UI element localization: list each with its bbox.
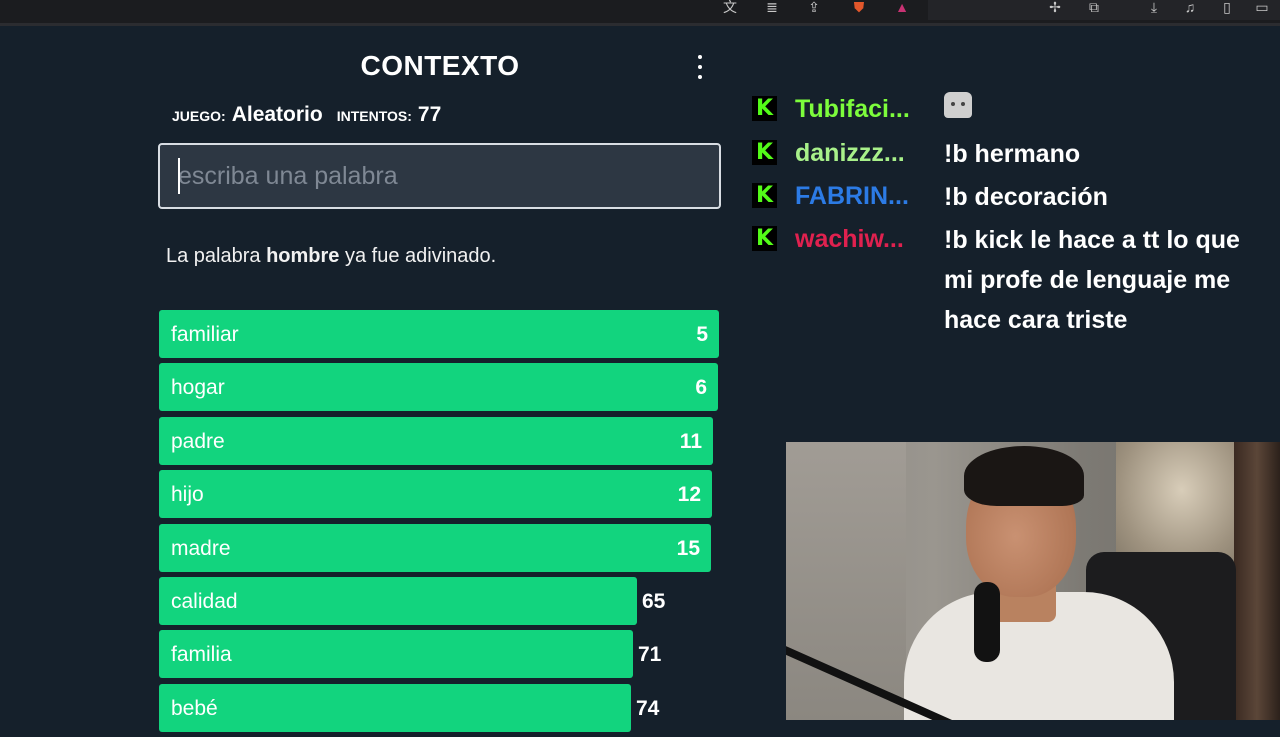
chat-text: !b hermano: [944, 140, 1081, 168]
brave-shield-icon[interactable]: ⛊: [850, 0, 868, 14]
guess-row: bebé 74: [159, 683, 719, 732]
text-caret: [178, 158, 180, 194]
sidebar-icon[interactable]: ▯: [1218, 0, 1236, 14]
kick-badge-icon: K: [752, 183, 777, 208]
guess-bar: [159, 363, 718, 412]
attempts-label: INTENTOS:: [336, 108, 412, 124]
media-icon[interactable]: ♫: [1181, 0, 1199, 14]
chat-username: wachiw...: [795, 225, 904, 253]
guess-row: calidad 65: [159, 576, 719, 625]
guess-row: hijo 12: [159, 470, 719, 519]
guess-word: madre: [171, 536, 231, 560]
chat-text: !b kick le hace a tt lo que mi profe de …: [944, 226, 1240, 334]
kick-badge-icon: K: [752, 226, 777, 251]
guess-word: familiar: [171, 323, 239, 346]
cat-emote-icon: [944, 92, 972, 118]
reader-icon[interactable]: ≣: [763, 0, 781, 14]
guess-rank: 71: [638, 643, 662, 667]
screenshot-icon[interactable]: ⧉: [1085, 0, 1103, 14]
rewards-icon[interactable]: ▲: [893, 0, 911, 14]
guess-rank: 15: [676, 536, 700, 560]
share-icon[interactable]: ⇪: [805, 0, 823, 14]
guess-row: padre 11: [159, 416, 719, 465]
guess-row: hogar 6: [159, 363, 719, 412]
guess-word: familia: [171, 643, 232, 667]
translate-icon[interactable]: 文: [721, 0, 739, 14]
guess-rank: 65: [642, 589, 666, 613]
guess-bar: [159, 416, 713, 465]
guess-rank: 74: [636, 696, 660, 720]
guess-row: madre 15: [159, 523, 719, 572]
word-input[interactable]: [158, 143, 721, 209]
guess-row: familiar 5: [159, 310, 719, 358]
kick-badge-icon: K: [752, 140, 777, 165]
guess-bar: [159, 683, 631, 732]
guess-rank: 11: [679, 429, 702, 453]
guess-bar: [159, 523, 711, 572]
guess-rank: 6: [695, 376, 707, 400]
message-word: hombre: [266, 245, 340, 267]
already-guessed-message: La palabra hombre ya fue adivinado.: [166, 245, 496, 268]
download-icon[interactable]: ⤓: [1145, 0, 1163, 14]
extensions-icon[interactable]: ✢: [1046, 0, 1064, 14]
guess-word: bebé: [171, 696, 218, 720]
message-suffix: ya fue adivinado.: [345, 245, 497, 267]
game-value: Aleatorio: [231, 103, 323, 126]
guess-word: calidad: [171, 589, 238, 613]
kick-badge-icon: K: [752, 96, 777, 121]
browser-toolbar: 文 ≣ ⇪ ⛊ ▲ ✢ ⧉ ⤓ ♫ ▯ ▭: [0, 0, 1280, 26]
message-prefix: La palabra: [166, 245, 261, 267]
guess-rank: 5: [696, 323, 708, 346]
guess-bar: [159, 470, 712, 519]
webcam-feed: [786, 442, 1280, 720]
chat-username: Tubifaci...: [795, 95, 910, 123]
guess-bar: [159, 310, 719, 358]
attempts-value: 77: [417, 103, 442, 126]
guess-rank: 12: [677, 483, 701, 507]
guess-list: familiar 5 hogar 6 padre 11 hijo 12 madre 15 calid…: [159, 310, 719, 737]
window-icon[interactable]: ▭: [1253, 0, 1271, 14]
guess-word: hijo: [171, 483, 204, 507]
guess-word: hogar: [171, 376, 225, 400]
guess-row: familia 71: [159, 630, 719, 679]
browser-toolbar-right: ✢ ⧉ ⤓ ♫ ▯ ▭: [928, 0, 1280, 20]
chat-username: FABRIN...: [795, 182, 909, 210]
kebab-menu-icon[interactable]: [690, 55, 710, 79]
chat-text: !b decoración: [944, 183, 1108, 211]
game-meta: JUEGO: Aleatorio INTENTOS: 77: [172, 103, 455, 127]
guess-word: padre: [171, 429, 225, 453]
chat-username: danizzz...: [795, 139, 905, 167]
game-title: CONTEXTO: [360, 50, 520, 81]
game-label: JUEGO:: [172, 108, 226, 124]
